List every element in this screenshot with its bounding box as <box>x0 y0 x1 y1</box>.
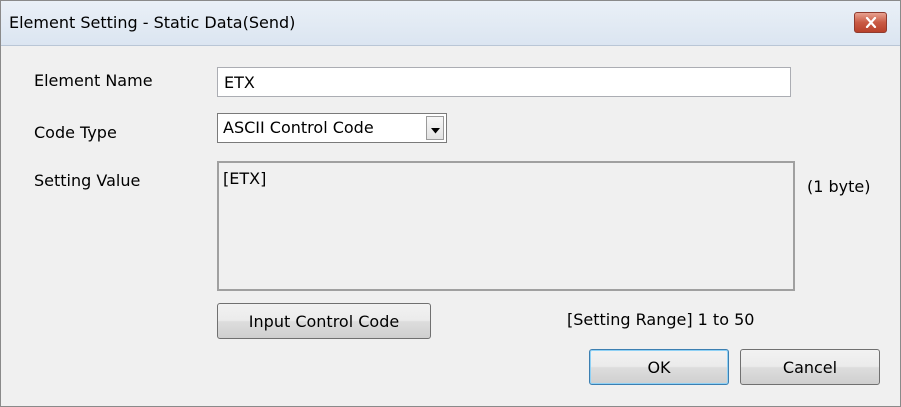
setting-value-area[interactable]: [ETX] <box>217 161 795 291</box>
dropdown-button[interactable] <box>426 116 444 140</box>
title-bar[interactable]: Element Setting - Static Data(Send) <box>1 1 900 46</box>
cancel-button[interactable]: Cancel <box>740 349 880 385</box>
element-name-value: ETX <box>224 73 255 92</box>
chevron-down-icon <box>430 119 440 138</box>
ok-label: OK <box>647 357 671 377</box>
setting-range-text: [Setting Range] 1 to 50 <box>567 310 755 329</box>
ok-button[interactable]: OK <box>589 349 729 385</box>
setting-value-label: Setting Value <box>34 171 141 190</box>
input-control-code-label: Input Control Code <box>248 311 400 331</box>
element-name-label: Element Name <box>34 71 153 90</box>
byte-count: (1 byte) <box>807 177 871 196</box>
close-button[interactable] <box>854 12 887 33</box>
cancel-label: Cancel <box>782 357 838 377</box>
dialog-window: Element Setting - Static Data(Send) Elem… <box>0 0 901 407</box>
element-name-input[interactable]: ETX <box>217 67 791 97</box>
code-type-select[interactable]: ASCII Control Code <box>217 113 447 143</box>
input-control-code-button[interactable]: Input Control Code <box>217 303 431 339</box>
close-x-icon <box>865 17 877 28</box>
code-type-label: Code Type <box>34 123 117 142</box>
setting-value-text: [ETX] <box>223 169 267 188</box>
code-type-value: ASCII Control Code <box>223 118 374 137</box>
dialog-title: Element Setting - Static Data(Send) <box>9 13 296 32</box>
